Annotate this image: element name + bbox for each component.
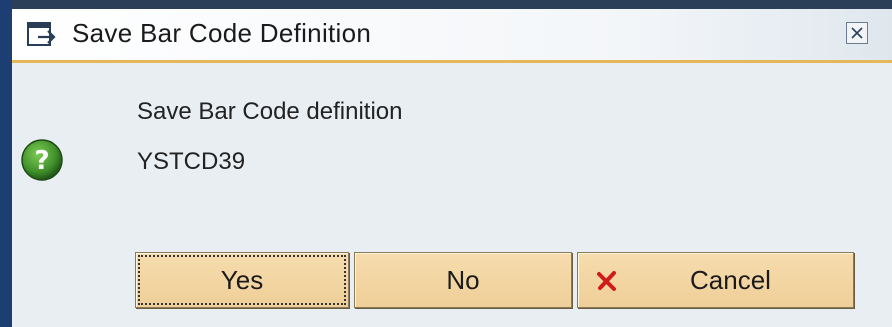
no-button[interactable]: No bbox=[354, 252, 572, 308]
svg-text:?: ? bbox=[34, 146, 49, 176]
red-x-icon bbox=[597, 271, 616, 291]
yes-button[interactable]: Yes bbox=[135, 252, 349, 308]
window-top-border bbox=[0, 0, 892, 9]
close-icon bbox=[851, 27, 863, 39]
close-button[interactable] bbox=[846, 22, 868, 44]
dialog-title: Save Bar Code Definition bbox=[72, 18, 372, 48]
message-line1: Save Bar Code definition bbox=[137, 98, 403, 125]
cancel-button[interactable]: Cancel bbox=[577, 252, 854, 308]
cancel-button-label: Cancel bbox=[690, 265, 771, 295]
no-button-label: No bbox=[446, 264, 480, 295]
dialog-body: ? Save Bar Code definition YSTCD39 Yes N… bbox=[12, 63, 892, 327]
message-line2: YSTCD39 bbox=[137, 148, 246, 175]
question-icon: ? bbox=[21, 139, 63, 181]
title-bar[interactable]: Save Bar Code Definition bbox=[12, 9, 892, 63]
yes-button-label: Yes bbox=[220, 264, 264, 295]
dialog-window-icon bbox=[27, 22, 56, 46]
message-text: Save Bar Code definition YSTCD39 bbox=[137, 98, 403, 176]
window-left-border bbox=[0, 0, 12, 327]
save-dialog: Save Bar Code Definition ? Save Bar Code… bbox=[0, 0, 892, 327]
